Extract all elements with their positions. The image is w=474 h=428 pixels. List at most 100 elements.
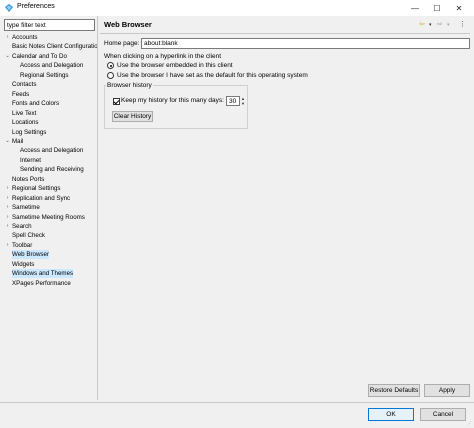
tree-item[interactable]: Widgets [4,260,97,269]
tree-item[interactable]: ⌄ Mail [4,137,97,146]
panel-divider[interactable] [97,16,98,400]
back-arrow-icon[interactable]: ⇦ [419,20,425,28]
back-menu-chevron-icon[interactable]: ▾ [429,22,432,28]
tree-item[interactable]: › Sametime [4,203,97,212]
tree-item-label: Search [12,223,32,230]
expand-chevron-icon[interactable]: › [4,184,11,193]
tree-item[interactable]: Web Browser [4,250,97,260]
history-days-input[interactable] [226,96,240,106]
restore-defaults-button[interactable]: Restore Defaults [368,384,420,397]
tree-item[interactable]: Log Settings [4,128,97,137]
tree-item[interactable]: Live Text [4,109,97,118]
collapse-chevron-icon[interactable]: ⌄ [4,137,11,146]
tree-item[interactable]: Fonts and Colors [4,99,97,108]
tree-item[interactable]: › Search [4,222,97,231]
radio-unselected-icon[interactable] [107,72,114,79]
ok-button[interactable]: OK [368,408,414,421]
home-page-input[interactable] [141,38,470,49]
tree-item[interactable]: › Regional Settings [4,184,97,193]
preferences-tree: › Accounts Basic Notes Client Configuratio… [4,33,97,401]
footer-separator [0,402,474,403]
close-button[interactable]: ✕ [448,0,470,16]
tree-item-label: Widgets [12,260,35,268]
tree-item[interactable]: Spell Check [4,231,97,240]
radio-selected-icon[interactable] [107,62,114,69]
spin-down-icon[interactable]: ▼ [240,101,246,106]
keep-history-checkbox[interactable] [113,98,120,105]
tree-item[interactable]: › Sametime Meeting Rooms [4,213,97,222]
expand-chevron-icon[interactable]: › [4,33,11,42]
tree-item[interactable]: Basic Notes Client Configuration [4,42,97,51]
tree-item-label: Fonts and Colors [12,100,60,108]
app-icon [5,4,13,12]
tree-item-label: Log Settings [12,128,47,136]
tree-item[interactable]: › Toolbar [4,241,97,250]
tree-item-label: Toolbar [12,241,33,249]
expand-chevron-icon[interactable]: › [4,213,11,222]
browser-history-group [104,85,248,129]
tree-item[interactable]: Contacts [4,80,97,89]
browser-history-label: Browser history [106,82,153,89]
tree-item[interactable]: Notes Ports [4,175,97,184]
tree-item[interactable]: Internet [4,156,97,165]
tree-item-label: Access and Delegation [20,147,84,155]
tree-item-label: XPages Performance [12,279,71,287]
tree-item[interactable]: Access and Delegation [4,146,97,155]
home-page-label: Home page: [104,40,140,47]
tree-item-label: Mail [12,137,24,145]
hyperlink-label: When clicking on a hyperlink in the clie… [104,53,222,60]
radio-embedded-label: Use the browser embedded in this client [117,62,233,69]
apply-button[interactable]: Apply [424,384,470,397]
clear-history-button[interactable]: Clear History [112,111,153,122]
keep-history-label: Keep my history for this many days: [121,97,224,104]
expand-chevron-icon[interactable]: › [4,194,11,203]
tree-item-label: Access and Delegation [20,62,84,70]
forward-arrow-icon[interactable]: ⇨ [437,20,443,28]
window-title: Preferences [17,3,55,10]
tree-item-label: Calendar and To Do [12,52,67,60]
forward-menu-chevron-icon[interactable]: ▾ [447,22,450,28]
filter-input[interactable] [4,19,95,31]
tree-item[interactable]: Regional Settings [4,71,97,80]
tree-item[interactable]: XPages Performance [4,279,97,288]
tree-item-label: Sending and Receiving [20,166,84,174]
tree-item-label: Notes Ports [12,175,45,183]
tree-item-label: Web Browser [12,250,50,260]
tree-item-label: Sametime [12,204,40,212]
title-bar: Preferences — ☐ ✕ [0,0,474,16]
collapse-chevron-icon[interactable]: ⌄ [4,52,11,61]
tree-item-label: Regional Settings [12,185,61,193]
maximize-button[interactable]: ☐ [426,0,448,16]
tree-item-label: Contacts [12,81,37,89]
tree-item-label: Feeds [12,90,30,98]
tree-item[interactable]: › Replication and Sync [4,194,97,203]
minimize-button[interactable]: — [404,0,426,16]
expand-chevron-icon[interactable]: › [4,203,11,212]
expand-chevron-icon[interactable]: › [4,241,11,250]
cancel-button[interactable]: Cancel [420,408,466,421]
tree-item-label: Replication and Sync [12,194,71,202]
tree-item[interactable]: Locations [4,118,97,127]
tree-item[interactable]: Sending and Receiving [4,165,97,174]
page-nav: ⇦ ▾ ⇨ ▾ ⋮ [419,20,469,30]
tree-item-label: Spell Check [12,232,46,240]
tree-item-label: Basic Notes Client Configuration [12,43,97,51]
view-menu-icon[interactable]: ⋮ [459,20,466,28]
tree-item-label: Windows and Themes [12,269,74,279]
tree-item-label: Accounts [12,34,38,41]
expand-chevron-icon[interactable]: › [4,222,11,231]
tree-item[interactable]: Windows and Themes [4,269,97,279]
tree-item-label: Sametime Meeting Rooms [12,213,85,221]
tree-item-label: Regional Settings [20,71,69,79]
resize-grip-icon[interactable]: ⋰ [467,421,473,427]
page-title: Web Browser [104,20,152,29]
tree-item[interactable]: Feeds [4,90,97,99]
tree-item-label: Live Text [12,109,37,117]
tree-item-label: Locations [12,119,39,127]
tree-item[interactable]: › Accounts [4,33,97,42]
tree-item[interactable]: ⌄ Calendar and To Do [4,52,97,61]
radio-default-label: Use the browser I have set as the defaul… [117,72,308,79]
tree-item-label: Internet [20,156,41,164]
header-separator [100,33,470,34]
tree-item[interactable]: Access and Delegation [4,61,97,70]
